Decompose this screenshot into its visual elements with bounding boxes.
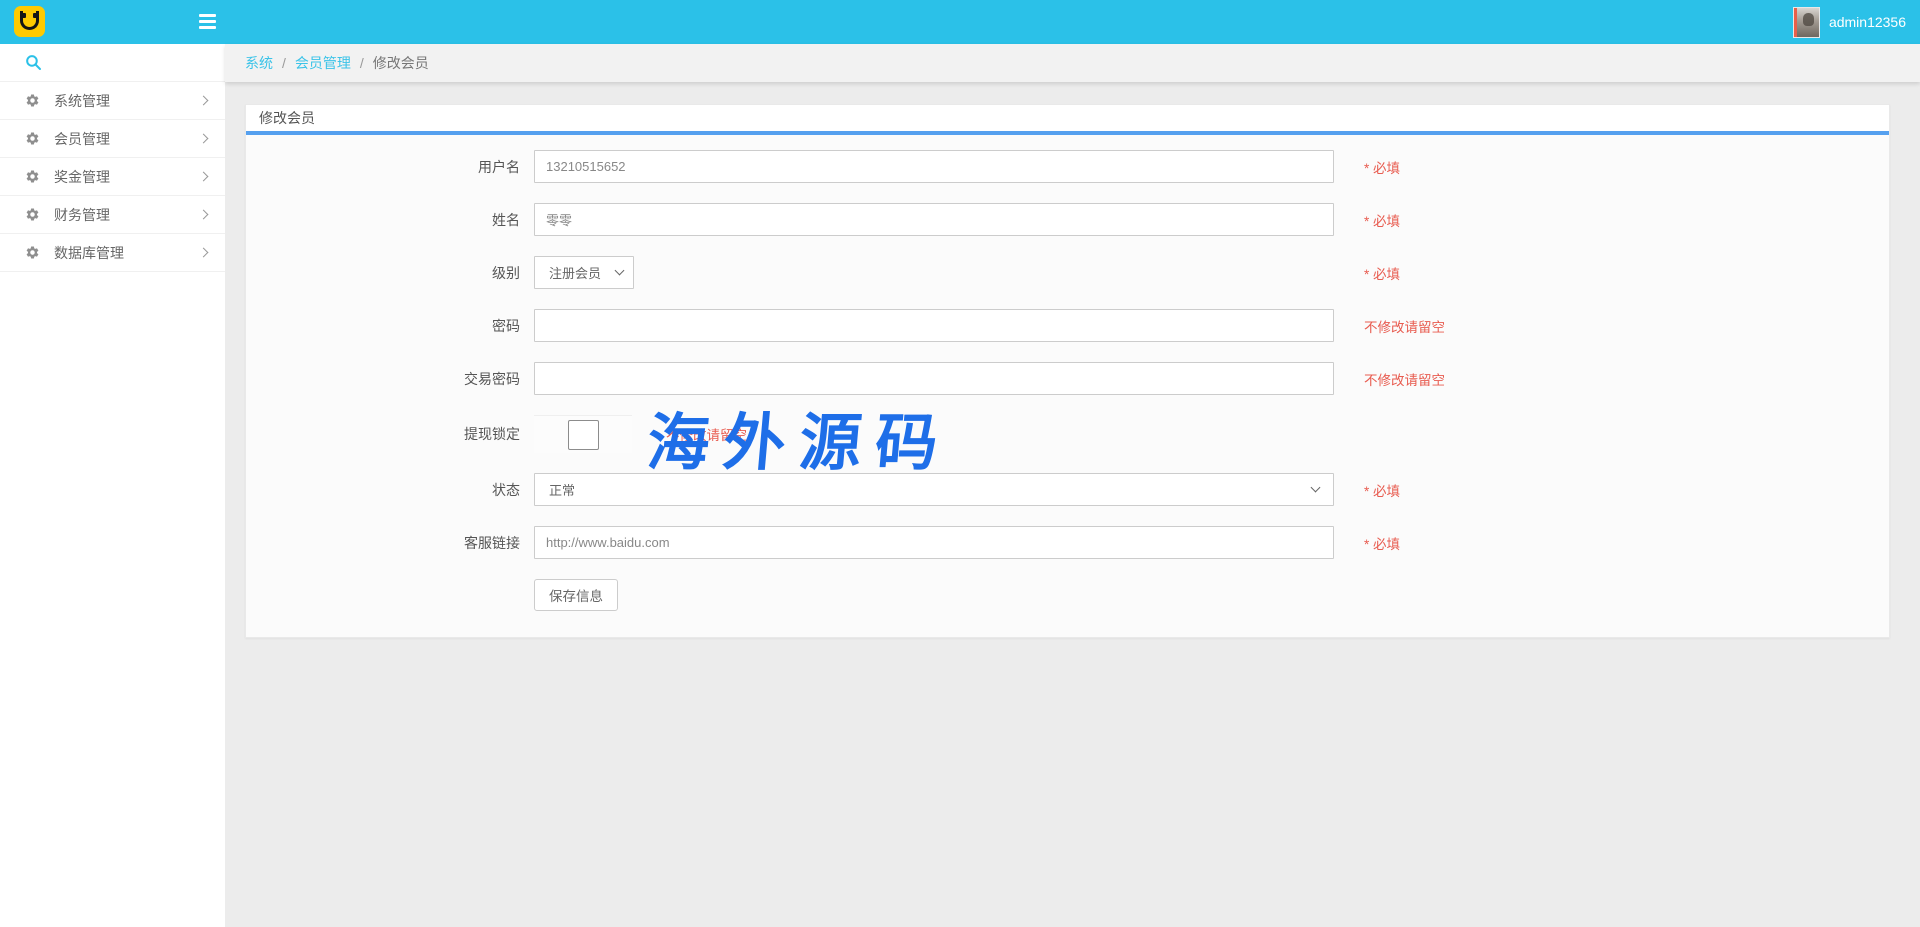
panel-title: 修改会员 [259,108,315,128]
password-input[interactable] [534,309,1334,342]
breadcrumb-current: 修改会员 [373,53,429,73]
field-label: 提现锁定 [246,424,534,444]
field-label: 姓名 [246,210,534,230]
chevron-right-icon [199,210,209,220]
sidebar-item-label: 奖金管理 [54,167,110,187]
required-hint: * 必填 [1364,533,1400,553]
breadcrumb-link-system[interactable]: 系统 [245,53,273,73]
breadcrumb-separator: / [360,55,364,71]
panel-body: 用户名 * 必填 姓名 * 必填 [246,135,1889,637]
sidebar-item-label: 财务管理 [54,205,110,225]
sidebar-item-finance[interactable]: 财务管理 [0,196,225,234]
top-bar: admin12356 [0,0,1920,44]
leave-blank-hint: 不修改请留空 [1364,369,1445,389]
field-label: 级别 [246,263,534,283]
sidebar-item-bonus[interactable]: 奖金管理 [0,158,225,196]
username-input[interactable] [534,150,1334,183]
required-hint: * 必填 [1364,480,1400,500]
breadcrumb-link-members[interactable]: 会员管理 [295,53,351,73]
gear-icon [25,245,40,260]
app-logo[interactable] [14,6,45,37]
form-row-trade-password: 交易密码 不修改请留空 [246,362,1889,395]
logo-smile [20,11,39,30]
form-row-withdraw-lock: 提现锁定 不修改请留空 [246,415,1889,453]
sidebar-item-label: 系统管理 [54,91,110,111]
gear-icon [25,93,40,108]
sidebar-item-label: 会员管理 [54,129,110,149]
field-label: 密码 [246,316,534,336]
leave-blank-hint: 不修改请留空 [666,424,747,444]
panel-header: 修改会员 [246,105,1889,135]
required-hint: * 必填 [1364,157,1400,177]
avatar[interactable] [1793,7,1820,38]
form-row-password: 密码 不修改请留空 [246,309,1889,342]
chevron-right-icon [199,172,209,182]
sidebar-item-members[interactable]: 会员管理 [0,120,225,158]
field-label: 交易密码 [246,369,534,389]
save-button[interactable]: 保存信息 [534,579,618,611]
breadcrumb-separator: / [282,55,286,71]
chevron-down-icon [615,266,625,276]
form-row-username: 用户名 * 必填 [246,150,1889,183]
name-input[interactable] [534,203,1334,236]
status-select[interactable]: 正常 [534,473,1334,506]
field-label: 用户名 [246,157,534,177]
sidebar-item-system[interactable]: 系统管理 [0,82,225,120]
leave-blank-hint: 不修改请留空 [1364,316,1445,336]
sidebar-search[interactable] [0,44,225,82]
level-select[interactable]: 注册会员 [534,256,634,289]
form-row-status: 状态 正常 * 必填 [246,473,1889,506]
edit-member-panel: 修改会员 用户名 * 必填 姓名 [245,104,1890,638]
hamburger-menu-icon[interactable] [199,14,216,32]
sidebar-item-label: 数据库管理 [54,243,124,263]
sidebar: 系统管理 会员管理 奖金管理 财务管理 数据库管理 [0,44,225,927]
service-link-input[interactable] [534,526,1334,559]
username-label: admin12356 [1829,14,1906,30]
required-hint: * 必填 [1364,210,1400,230]
trade-password-input[interactable] [534,362,1334,395]
breadcrumb: 系统 / 会员管理 / 修改会员 [225,44,1920,82]
form-row-name: 姓名 * 必填 [246,203,1889,236]
level-select-value: 注册会员 [549,263,601,282]
field-label: 客服链接 [246,533,534,553]
gear-icon [25,207,40,222]
gear-icon [25,131,40,146]
sidebar-item-database[interactable]: 数据库管理 [0,234,225,272]
form-row-level: 级别 注册会员 * 必填 [246,256,1889,289]
chevron-right-icon [199,134,209,144]
withdraw-lock-checkbox[interactable] [568,420,599,450]
chevron-right-icon [199,96,209,106]
required-hint: * 必填 [1364,263,1400,283]
user-area[interactable]: admin12356 [1793,0,1906,44]
gear-icon [25,169,40,184]
form-row-save: 保存信息 [246,579,1889,611]
chevron-right-icon [199,248,209,258]
chevron-down-icon [1311,483,1321,493]
form-row-service-link: 客服链接 * 必填 [246,526,1889,559]
status-select-value: 正常 [549,480,575,499]
content-area: 修改会员 用户名 * 必填 姓名 [225,82,1920,927]
search-icon [25,54,42,71]
field-label: 状态 [246,480,534,500]
checkbox-container [534,415,632,453]
